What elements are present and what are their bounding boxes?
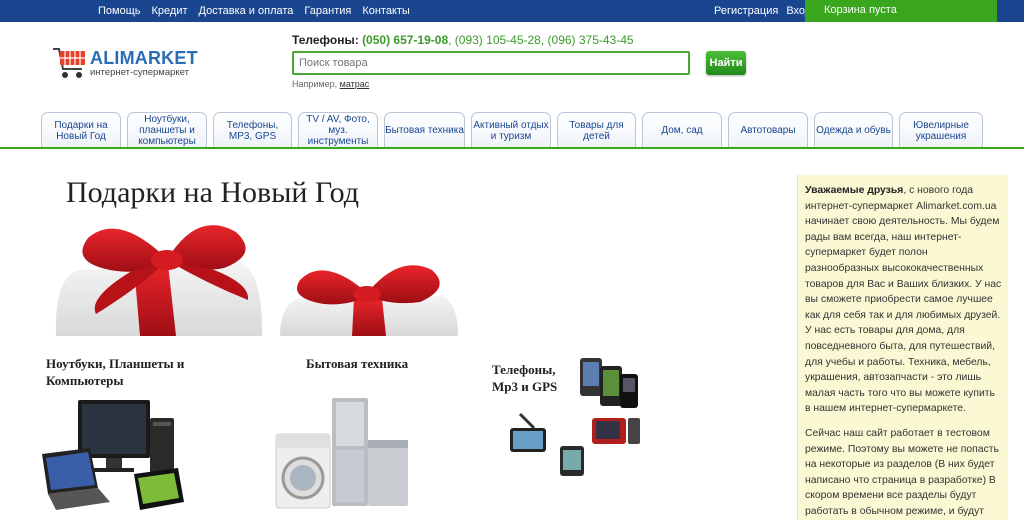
logo-subtitle: интернет-супермаркет bbox=[90, 67, 189, 78]
tab-tv-av[interactable]: TV / AV, Фото, муз. инструменты bbox=[298, 112, 378, 148]
info-greeting: Уважаемые друзья bbox=[805, 185, 904, 196]
topnav-delivery[interactable]: Доставка и оплата bbox=[199, 5, 294, 17]
account-links: Регистрация Вход bbox=[714, 0, 819, 22]
tab-gifts[interactable]: Подарки на Новый Год bbox=[41, 112, 121, 148]
category-laptops-label[interactable]: Ноутбуки, Планшеты и Компьютеры bbox=[46, 355, 196, 389]
cart-button[interactable]: Корзина пуста bbox=[805, 0, 997, 22]
search-hint-example[interactable]: матрас bbox=[340, 79, 370, 89]
search-input[interactable] bbox=[292, 51, 690, 75]
tab-home-garden[interactable]: Дом, сад bbox=[642, 112, 722, 148]
search-hint: Например, матрас bbox=[292, 79, 369, 89]
topnav-help[interactable]: Помощь bbox=[98, 5, 141, 17]
phones-line: Телефоны: (050) 657-19-08, (093) 105-45-… bbox=[292, 33, 634, 47]
tab-clothing[interactable]: Одежда и обувь bbox=[814, 112, 893, 148]
top-nav: Помощь Кредит Доставка и оплата Гарантия… bbox=[98, 0, 421, 22]
tab-laptops[interactable]: Ноутбуки, планшеты и компьютеры bbox=[127, 112, 207, 148]
topnav-credit[interactable]: Кредит bbox=[152, 5, 188, 17]
topnav-warranty[interactable]: Гарантия bbox=[304, 5, 351, 17]
laptops-image[interactable] bbox=[38, 398, 188, 513]
register-link[interactable]: Регистрация bbox=[714, 5, 778, 17]
category-appliances-label[interactable]: Бытовая техника bbox=[306, 355, 408, 372]
tab-jewelry[interactable]: Ювелирные украшения bbox=[899, 112, 983, 148]
tab-phones[interactable]: Телефоны, МР3, GPS bbox=[213, 112, 292, 148]
phones-label: Телефоны: bbox=[292, 33, 359, 47]
topnav-contacts[interactable]: Контакты bbox=[362, 5, 410, 17]
logo-name: ALIMARKET bbox=[90, 48, 198, 68]
appliances-image[interactable] bbox=[270, 392, 420, 512]
phones-image[interactable] bbox=[500, 354, 650, 484]
tabs-underline bbox=[0, 147, 1024, 149]
phone-others: , (093) 105-45-28, (096) 375-43-45 bbox=[448, 33, 634, 47]
cart-logo-icon bbox=[53, 48, 85, 78]
phone-main: (050) 657-19-08 bbox=[362, 33, 449, 47]
search-button[interactable]: Найти bbox=[706, 51, 746, 75]
tab-outdoor[interactable]: Активный отдых и туризм bbox=[471, 112, 551, 148]
info-paragraph-2: Сейчас наш сайт работает в тестовом режи… bbox=[805, 427, 999, 517]
category-tabs: Подарки на Новый Год Ноутбуки, планшеты … bbox=[41, 112, 989, 148]
search-hint-prefix: Например, bbox=[292, 79, 338, 89]
tab-appliances[interactable]: Бытовая техника bbox=[384, 112, 465, 148]
promo-title[interactable]: Подарки на Новый Год bbox=[66, 176, 359, 210]
tab-auto[interactable]: Автотовары bbox=[728, 112, 808, 148]
logo[interactable]: ALIMARKET интернет-супермаркет bbox=[52, 44, 212, 84]
welcome-info-box: Уважаемые друзья, с нового года интернет… bbox=[797, 175, 1008, 520]
tab-kids[interactable]: Товары для детей bbox=[557, 112, 636, 148]
info-text-1: , с нового года интернет-супермаркет Ali… bbox=[805, 185, 1002, 415]
info-paragraph-1: Уважаемые друзья, с нового года интернет… bbox=[805, 183, 1002, 417]
gift-banner-image[interactable] bbox=[48, 218, 463, 336]
